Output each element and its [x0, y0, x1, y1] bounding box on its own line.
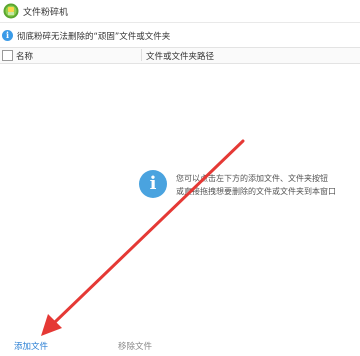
info-icon: i [139, 170, 167, 198]
column-divider[interactable] [141, 49, 142, 61]
info-text: 彻底粉碎无法删除的“顽固”文件或文件夹 [17, 32, 171, 42]
remove-file-button[interactable]: 移除文件 [118, 340, 152, 352]
file-table-header: 名称 文件或文件夹路径 [0, 47, 360, 64]
info-icon: i [2, 30, 13, 41]
hint-line-1: 您可以点击左下方的添加文件、文件夹按钮 [176, 174, 328, 183]
add-file-button[interactable]: 添加文件 [14, 340, 48, 352]
title-bar: 文件粉碎机 [0, 0, 360, 23]
empty-state-hint: 您可以点击左下方的添加文件、文件夹按钮 或直接拖拽想要删除的文件或文件夹到本窗口 [176, 172, 356, 198]
shredder-app-icon [3, 3, 19, 19]
footer-toolbar: 添加文件 移除文件 [0, 336, 360, 356]
hint-line-2: 或直接拖拽想要删除的文件或文件夹到本窗口 [176, 187, 336, 196]
column-header-name[interactable]: 名称 [16, 50, 33, 62]
window-title: 文件粉碎机 [23, 8, 69, 18]
column-header-path[interactable]: 文件或文件夹路径 [146, 50, 214, 62]
select-all-checkbox[interactable] [2, 50, 13, 61]
info-bar: i 彻底粉碎无法删除的“顽固”文件或文件夹 [0, 27, 360, 45]
